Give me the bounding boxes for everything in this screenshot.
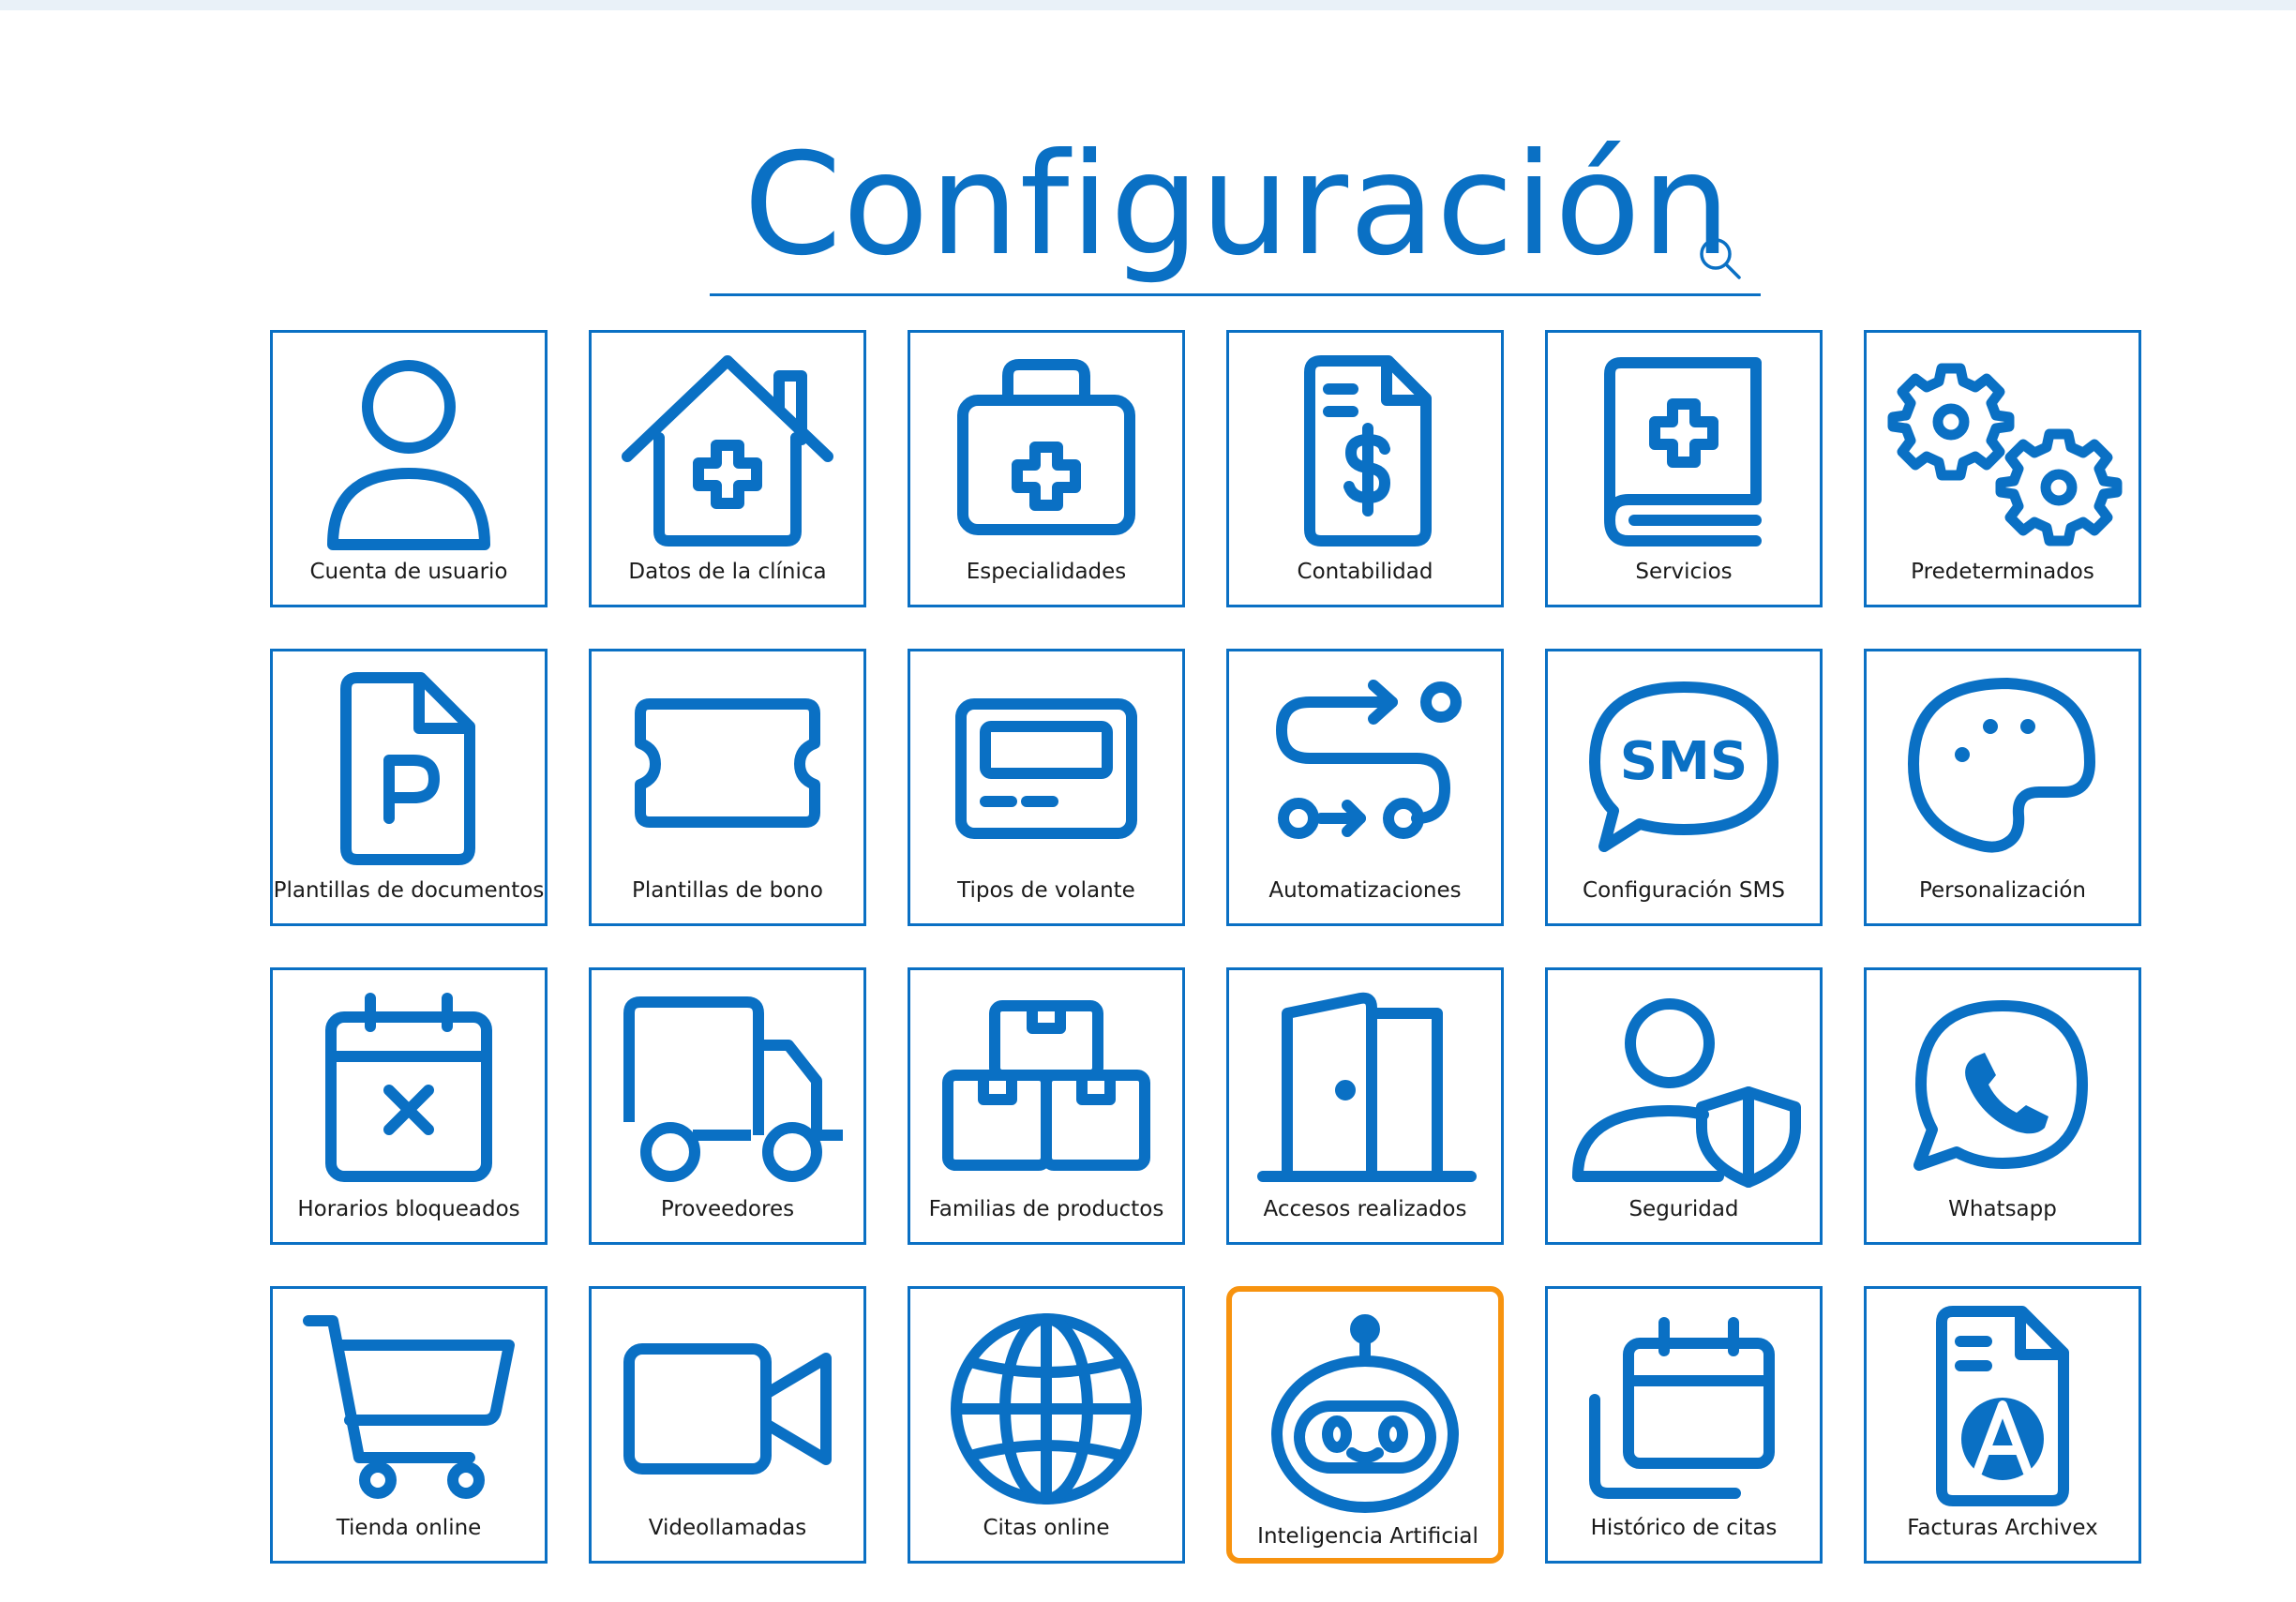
tile-label: Contabilidad [1297,560,1433,584]
tile-label: Cuenta de usuario [309,560,508,584]
search-bar [710,221,1761,296]
tile-personalizacion[interactable]: Personalización [1864,649,2141,926]
tile-datos-de-la-clinica[interactable]: Datos de la clínica [589,330,866,607]
tile-servicios[interactable]: Servicios [1545,330,1823,607]
tile-cuenta-de-usuario[interactable]: Cuenta de usuario [270,330,548,607]
search-input[interactable] [710,221,1685,292]
tile-inteligencia-artificial[interactable]: Inteligencia Artificial [1226,1286,1504,1564]
tile-configuracion-sms[interactable]: SMS Configuración SMS [1545,649,1823,926]
tile-videollamadas[interactable]: Videollamadas [589,1286,866,1564]
tile-label: Facturas Archivex [1907,1516,2098,1540]
robot-icon [1271,1314,1459,1513]
tile-label: Proveedores [660,1197,795,1221]
tile-facturas-archivex[interactable]: Facturas Archivex [1864,1286,2141,1564]
tile-tienda-online[interactable]: Tienda online [270,1286,548,1564]
tile-label: Tipos de volante [957,878,1135,903]
tile-label: Personalización [1918,878,2086,903]
tile-familias-de-productos[interactable]: Familias de productos [908,967,1185,1245]
tile-label: Histórico de citas [1590,1516,1778,1540]
search-underline [710,293,1761,296]
tile-label: Predeterminados [1911,560,2094,584]
tile-horarios-bloqueados[interactable]: Horarios bloqueados [270,967,548,1245]
search-icon[interactable] [1696,234,1745,283]
tile-label: Especialidades [966,560,1127,584]
tile-predeterminados[interactable]: Predeterminados [1864,330,2141,607]
tile-seguridad[interactable]: Seguridad [1545,967,1823,1245]
tile-label: Plantillas de documentos [273,878,545,903]
tile-historico-de-citas[interactable]: Histórico de citas [1545,1286,1823,1564]
tile-automatizaciones[interactable]: Automatizaciones [1226,649,1504,926]
tile-label: Inteligencia Artificial [1257,1524,1478,1549]
tile-whatsapp[interactable]: Whatsapp [1864,967,2141,1245]
tile-label: Seguridad [1628,1197,1739,1221]
tile-label: Accesos realizados [1263,1197,1467,1221]
tile-label: Automatizaciones [1268,878,1462,903]
tile-accesos-realizados[interactable]: Accesos realizados [1226,967,1504,1245]
tile-proveedores[interactable]: Proveedores [589,967,866,1245]
tile-label: Horarios bloqueados [297,1197,520,1221]
top-bar [0,0,2296,10]
tile-especialidades[interactable]: Especialidades [908,330,1185,607]
tile-label: Familias de productos [928,1197,1164,1221]
tile-label: Plantillas de bono [632,878,823,903]
tile-label: Citas online [983,1516,1110,1540]
tile-plantillas-de-bono[interactable]: Plantillas de bono [589,649,866,926]
tile-citas-online[interactable]: Citas online [908,1286,1185,1564]
tile-plantillas-de-documentos[interactable]: Plantillas de documentos [270,649,548,926]
tile-label: Servicios [1635,560,1733,584]
tile-label: Tienda online [336,1516,482,1540]
tile-tipos-de-volante[interactable]: Tipos de volante [908,649,1185,926]
tile-label: Configuración SMS [1583,878,1785,903]
tile-label: Datos de la clínica [628,560,827,584]
tile-label: Videollamadas [648,1516,807,1540]
tile-label: Whatsapp [1948,1197,2057,1221]
svg-text:SMS: SMS [1620,731,1748,792]
tile-contabilidad[interactable]: Contabilidad [1226,330,1504,607]
